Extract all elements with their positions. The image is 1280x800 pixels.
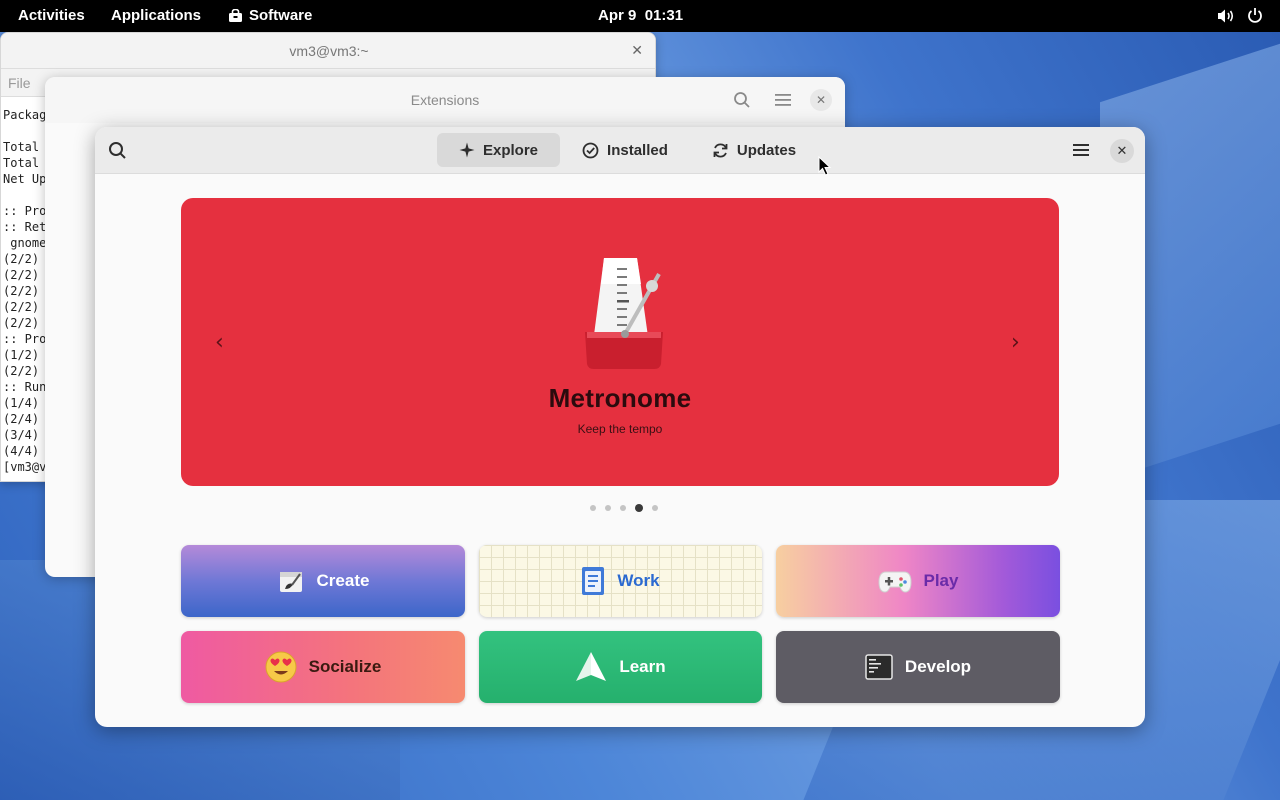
- mouse-pointer-icon: [818, 156, 832, 176]
- volume-icon[interactable]: [1217, 8, 1235, 28]
- close-icon[interactable]: ✕: [631, 43, 643, 59]
- check-circle-icon: [582, 142, 599, 158]
- category-learn[interactable]: Learn: [479, 631, 762, 703]
- clock-time: 01:31: [644, 7, 684, 24]
- category-label: Work: [617, 571, 660, 590]
- top-bar: Activities Applications Software Apr 9 0…: [0, 0, 1280, 32]
- tab-label: Explore: [483, 141, 539, 159]
- app-menu-software[interactable]: Software: [228, 7, 312, 24]
- app-menu-label: Software: [249, 7, 313, 24]
- category-label: Create: [316, 571, 370, 590]
- category-create[interactable]: Create: [181, 545, 465, 617]
- carousel-next-icon[interactable]: ›: [1011, 330, 1020, 355]
- carousel-dot[interactable]: [620, 505, 626, 511]
- featured-app-name: Metronome: [548, 383, 692, 413]
- hamburger-menu-icon[interactable]: [1073, 142, 1089, 161]
- work-icon: [582, 567, 605, 595]
- carousel-indicators: [590, 504, 658, 512]
- close-icon[interactable]: ✕: [810, 89, 832, 111]
- tab-updates[interactable]: Updates: [690, 133, 818, 167]
- extensions-title: Extensions: [410, 92, 480, 108]
- sparkle-icon: [459, 142, 475, 158]
- category-label: Learn: [619, 657, 666, 676]
- software-headerbar[interactable]: Explore Installed Updates ✕: [95, 127, 1145, 174]
- category-label: Play: [923, 571, 959, 590]
- create-icon: [279, 572, 302, 592]
- activities-button[interactable]: Activities: [18, 7, 85, 24]
- paper-plane-icon: [576, 652, 607, 681]
- hamburger-menu-icon[interactable]: [775, 92, 791, 111]
- tab-installed[interactable]: Installed: [560, 133, 690, 167]
- carousel-prev-icon[interactable]: ‹: [215, 330, 224, 355]
- applications-menu[interactable]: Applications: [111, 7, 201, 24]
- close-icon[interactable]: ✕: [1110, 139, 1134, 163]
- tab-label: Updates: [736, 141, 797, 159]
- terminal-titlebar[interactable]: vm3@vm3:~ ✕: [1, 33, 655, 69]
- category-develop[interactable]: Develop: [776, 631, 1060, 703]
- view-switcher: Explore Installed Updates: [437, 133, 818, 167]
- terminal-icon: [865, 654, 893, 680]
- category-play[interactable]: Play: [776, 545, 1060, 617]
- gamepad-icon: [877, 571, 912, 593]
- heart-eyes-icon: [265, 651, 297, 683]
- category-label: Socialize: [308, 657, 382, 676]
- tab-label: Installed: [607, 141, 668, 159]
- category-work[interactable]: Work: [479, 545, 762, 617]
- category-label: Develop: [904, 657, 972, 676]
- clock-date: Apr 9: [598, 7, 637, 24]
- category-socialize[interactable]: Socialize: [181, 631, 465, 703]
- extensions-titlebar[interactable]: Extensions ✕: [45, 77, 845, 123]
- featured-carousel[interactable]: ‹ Metronome Keep the tempo ›: [181, 198, 1059, 486]
- menu-file[interactable]: File: [8, 75, 31, 91]
- clock[interactable]: Apr 9 01:31: [598, 7, 683, 24]
- search-icon[interactable]: [108, 141, 127, 164]
- power-icon[interactable]: [1247, 7, 1263, 28]
- terminal-title: vm3@vm3:~: [289, 43, 369, 59]
- search-icon[interactable]: [733, 91, 751, 113]
- carousel-dot[interactable]: [605, 505, 611, 511]
- featured-app-description: Keep the tempo: [577, 422, 663, 436]
- software-window[interactable]: Explore Installed Updates ✕ ‹ Metronome …: [95, 127, 1145, 727]
- carousel-dot[interactable]: [590, 505, 596, 511]
- refresh-icon: [713, 143, 728, 157]
- tab-explore[interactable]: Explore: [437, 133, 561, 167]
- carousel-dot[interactable]: [652, 505, 658, 511]
- metronome-app-icon: [585, 258, 663, 369]
- carousel-dot[interactable]: [635, 504, 643, 512]
- software-bag-icon: [229, 8, 242, 22]
